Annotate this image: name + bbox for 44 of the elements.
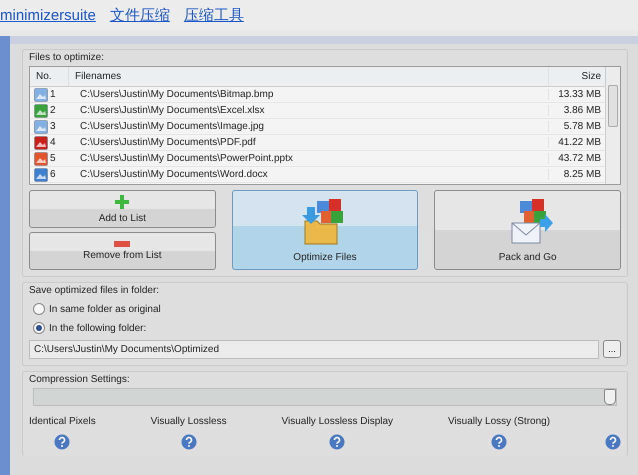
scrollbar[interactable] [605,67,620,184]
level-label: Visually Lossy (Strong) [448,416,550,428]
pack-button[interactable]: Pack and Go [434,190,621,270]
picture-file-icon [34,88,48,102]
add-button[interactable]: Add to List [29,190,216,228]
header-link[interactable]: 文件压缩 [110,6,170,24]
radio-option[interactable]: In the following folder: [33,322,621,334]
row-number: 5 [50,153,56,164]
row-number: 4 [50,137,56,148]
filename-cell-text: C:\Users\Justin\My Documents\PDF.pdf [79,137,257,148]
row-number: 1 [50,89,56,100]
slider-thumb[interactable] [604,389,616,405]
folder-path-field[interactable]: C:\Users\Justin\My Documents\Optimized [29,340,599,359]
group-title: Save optimized files in folder: [29,285,160,296]
help-icon[interactable] [491,434,508,450]
filename-cell-text: C:\Users\Justin\My Documents\Bitmap.bmp [79,89,274,100]
compression-slider[interactable] [33,388,617,406]
filename-cell-text: C:\Users\Justin\My Documents\Word.docx [79,169,269,180]
optimize-button[interactable]: Optimize Files [232,190,418,270]
column-header[interactable]: Filenames [69,67,548,86]
minus-icon [114,241,130,247]
row-number: 6 [50,169,56,180]
remove-button[interactable]: Remove from List [29,232,216,270]
row-number: 3 [50,121,56,132]
level-label: Visually Lossless [150,416,227,428]
help-icon[interactable] [604,434,621,450]
row-number: 2 [50,105,56,116]
column-header[interactable]: No. [30,67,69,86]
filename-cell-text: C:\Users\Justin\My Documents\PowerPoint.pptx [79,153,294,164]
help-icon[interactable] [180,434,197,450]
picture-file-icon [34,120,48,134]
radio-option[interactable]: In same folder as original [33,303,621,315]
browse-button[interactable]: ... [603,340,621,358]
header-link[interactable]: 压缩工具 [184,6,244,24]
help-icon[interactable] [54,434,70,450]
filename-cell-text: C:\Users\Justin\My Documents\Image.jpg [79,121,265,132]
header-link[interactable]: minimizersuite [0,6,96,24]
group-title: Compression Settings: [29,374,131,385]
filename-cell-text: C:\Users\Justin\My Documents\Excel.xlsx [79,105,266,116]
plus-icon [114,194,130,210]
help-icon[interactable] [329,434,346,450]
level-label: Visually Lossless Display [282,416,394,428]
level-label: Identical Pixels [29,416,96,428]
group-title: Files to optimize: [29,52,106,63]
